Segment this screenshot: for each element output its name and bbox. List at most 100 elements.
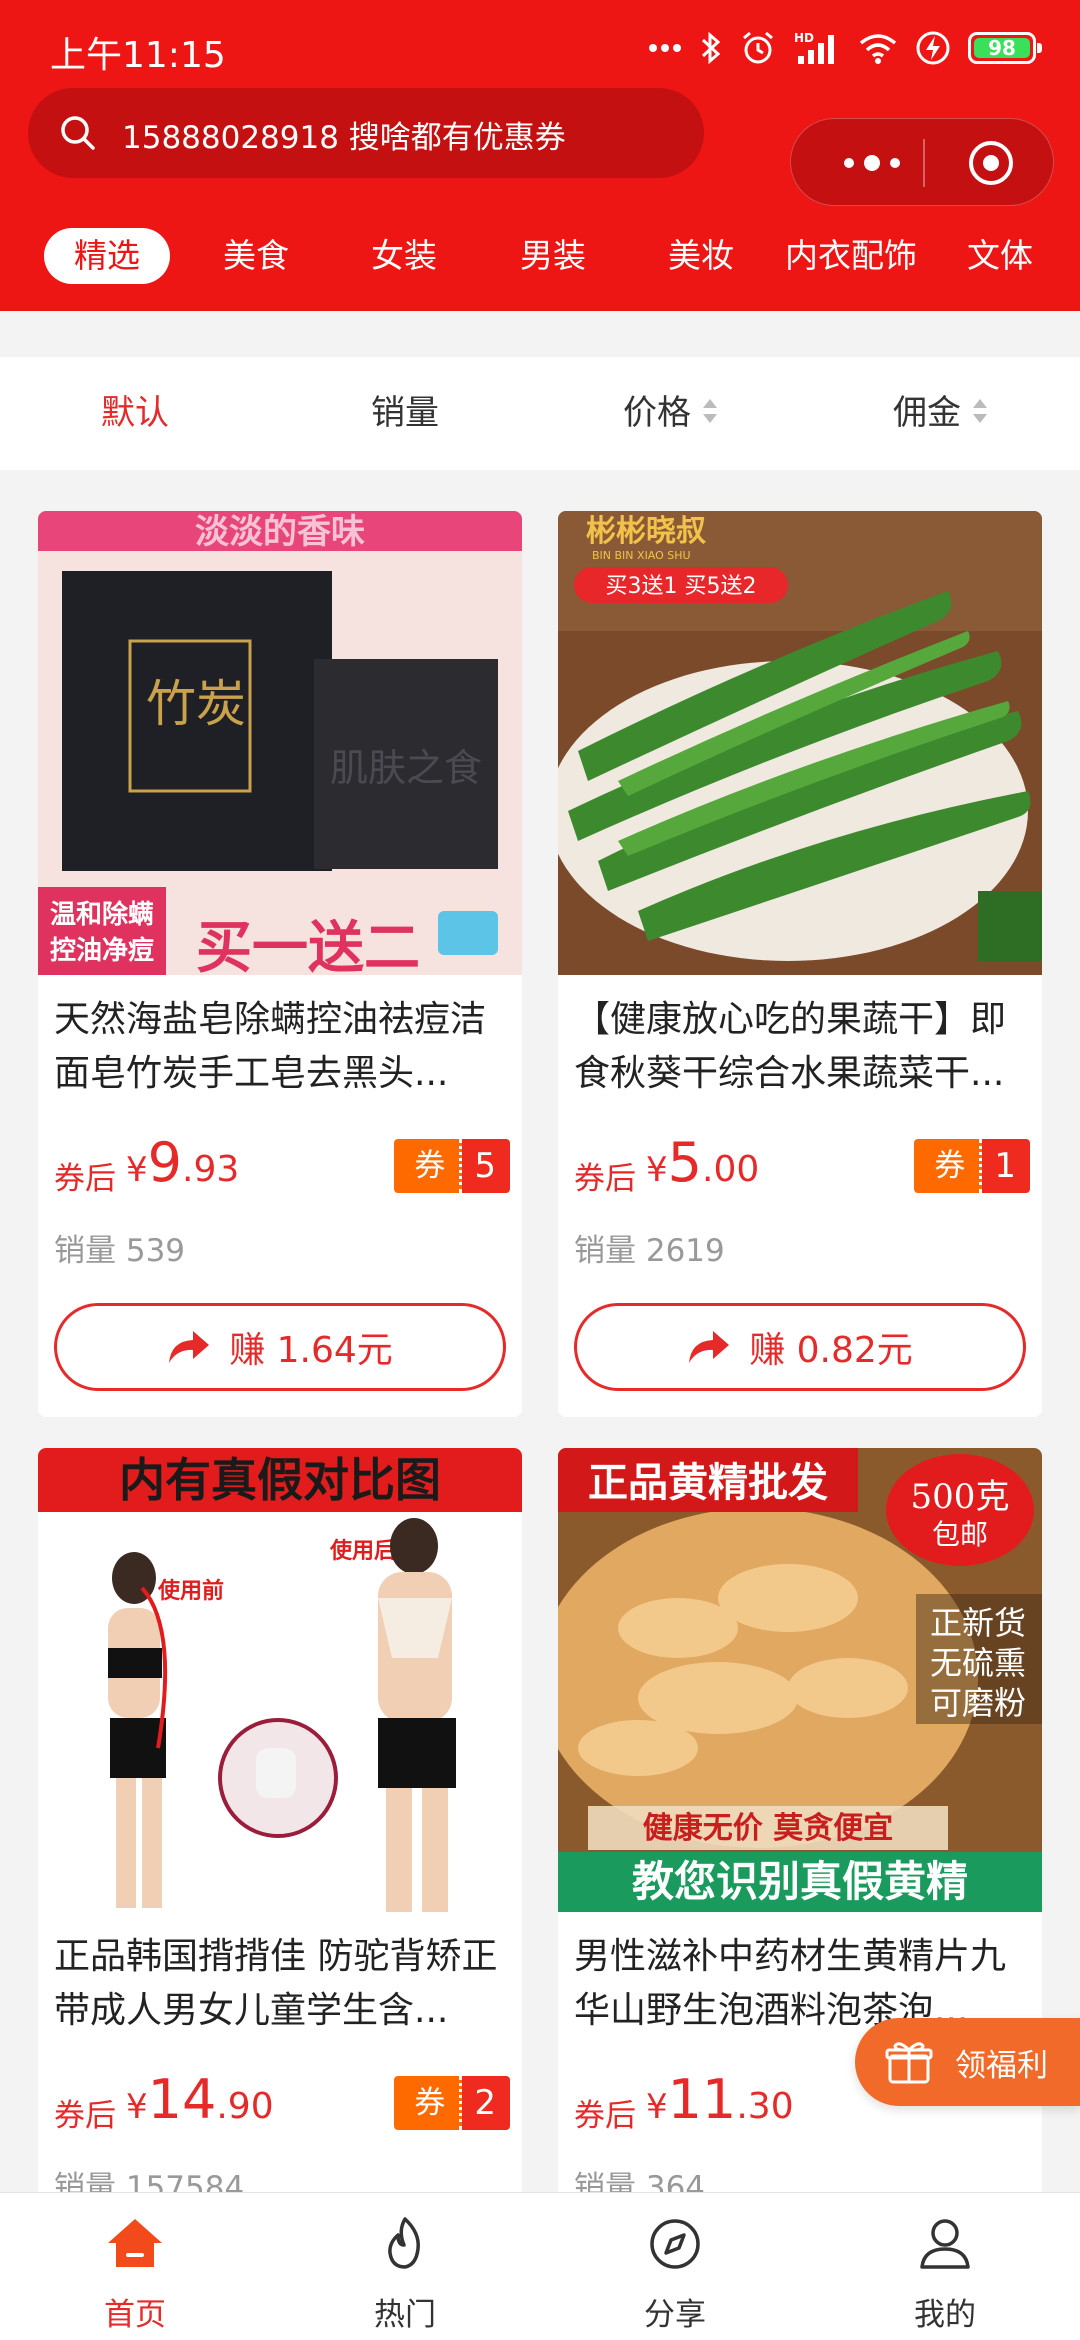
price-decimal: .00 <box>702 1149 760 1190</box>
price-label: 券后 <box>54 2098 116 2134</box>
img-promo: 买一送二 <box>196 916 420 975</box>
product-title[interactable]: 天然海盐皂除螨控油祛痘洁面皂竹炭手工皂去黑头... <box>54 993 510 1101</box>
price-currency: ¥ <box>126 1150 148 1190</box>
price-integer: 9 <box>147 1131 182 1194</box>
sort-sales-label: 销量 <box>371 393 439 433</box>
img-brand-en: BIN BIN XIAO SHU <box>592 549 691 562</box>
product-image[interactable]: 彬彬晓叔 BIN BIN XIAO SHU 买3送1 买5送2 <box>558 511 1042 975</box>
earn-label: 赚 1.64元 <box>229 1330 393 1371</box>
sort-commission-label: 佣金 <box>893 393 961 433</box>
close-target-icon[interactable] <box>967 139 1015 187</box>
img-top-text: 正品黄精批发 <box>588 1459 828 1506</box>
share-arrow-icon <box>689 1331 730 1363</box>
compass-icon <box>650 2219 700 2269</box>
price-row: 券后 ¥14.90 券 2 <box>54 2064 510 2134</box>
nav-hot[interactable]: 热门 <box>270 2193 540 2340</box>
price-label: 券后 <box>574 1161 636 1197</box>
category-tabs: 精选 美食 女装 男装 美妆 内衣配饰 文体 <box>0 228 1080 288</box>
hd-signal-icon: HD <box>794 31 834 64</box>
coupon-label: 券 <box>394 1139 463 1193</box>
img-top-text: 内有真假对比图 <box>119 1453 441 1507</box>
img-ship: 包邮 <box>932 1518 988 1551</box>
search-text: 15888028918 搜啥都有优惠券 <box>122 120 566 156</box>
sort-commission[interactable]: 佣金 <box>850 357 1030 470</box>
nav-mine[interactable]: 我的 <box>810 2193 1080 2340</box>
product-image[interactable]: 淡淡的香味 竹炭 肌肤之食 温和除螨 控油净痘 买一送二 <box>38 511 522 975</box>
img-top-text: 淡淡的香味 <box>195 512 365 552</box>
price-row: 券后 ¥5.00 券 1 <box>574 1127 1030 1197</box>
sort-bar: 默认 销量 价格 佣金 <box>0 357 1080 470</box>
price-decimal: .93 <box>182 1149 240 1190</box>
svg-text:HD: HD <box>794 31 814 45</box>
tab-men[interactable]: 男装 <box>493 228 613 284</box>
product-card[interactable]: 彬彬晓叔 BIN BIN XIAO SHU 买3送1 买5送2 【健康放心吃的果… <box>558 511 1042 1417</box>
price-value: ¥5.00 <box>646 1131 759 1194</box>
product-image[interactable]: 内有真假对比图 使用前 使用后 <box>38 1448 522 1912</box>
product-title[interactable]: 【健康放心吃的果蔬干】即食秋葵干综合水果蔬菜干... <box>574 993 1030 1101</box>
welfare-label: 领福利 <box>955 2047 1048 2084</box>
gift-icon <box>885 2042 933 2084</box>
product-card[interactable]: 内有真假对比图 使用前 使用后 正品韩国揹揹佳 防驼背矫正带成人男女儿童学生含.… <box>38 1448 522 2248</box>
nav-mine-label: 我的 <box>914 2297 976 2333</box>
price-currency: ¥ <box>646 1150 668 1190</box>
product-card[interactable]: 正品黄精批发 500克 包邮 正新货 无硫熏 可磨粉 健康无价 莫贪便宜 教您识… <box>558 1448 1042 2248</box>
price-decimal: .30 <box>736 2086 794 2127</box>
sort-price[interactable]: 价格 <box>580 357 760 470</box>
tab-women[interactable]: 女装 <box>344 228 464 284</box>
coupon-label: 券 <box>394 2076 463 2130</box>
price-row: 券后 ¥9.93 券 5 <box>54 1127 510 1197</box>
img-badge1: 温和除螨 <box>50 899 154 930</box>
sales-count: 销量 2619 <box>574 1233 725 1269</box>
earn-label: 赚 0.82元 <box>749 1330 913 1371</box>
coupon-badge: 券 2 <box>394 2076 510 2130</box>
earn-button[interactable]: 赚 0.82元 <box>574 1303 1026 1391</box>
status-time: 上午11:15 <box>50 35 226 76</box>
nav-home-label: 首页 <box>104 2297 166 2333</box>
nav-home[interactable]: 首页 <box>0 2193 270 2340</box>
earn-button[interactable]: 赚 1.64元 <box>54 1303 506 1391</box>
tab-lingerie[interactable]: 内衣配饰 <box>776 228 926 284</box>
img-brand: 彬彬晓叔 <box>586 514 706 549</box>
nav-hot-label: 热门 <box>374 2297 436 2333</box>
price-value: ¥9.93 <box>126 1131 239 1194</box>
img-band: 健康无价 莫贪便宜 <box>643 1811 893 1846</box>
nav-share[interactable]: 分享 <box>540 2193 810 2340</box>
bluetooth-icon <box>701 31 721 65</box>
price-value: ¥11.30 <box>646 2068 794 2131</box>
more-icon[interactable] <box>829 147 915 179</box>
tab-food[interactable]: 美食 <box>196 228 316 284</box>
coupon-badge: 券 5 <box>394 1139 510 1193</box>
sales-count: 销量 539 <box>54 1233 186 1269</box>
img-side3: 可磨粉 <box>930 1684 1026 1722</box>
tab-beauty[interactable]: 美妆 <box>641 228 761 284</box>
sort-default[interactable]: 默认 <box>45 357 225 470</box>
img-soap-text: 肌肤之食 <box>330 746 482 790</box>
wifi-icon <box>859 34 897 64</box>
more-dots-icon <box>649 44 681 52</box>
price-value: ¥14.90 <box>126 2068 274 2131</box>
sort-default-label: 默认 <box>101 393 169 433</box>
price-currency: ¥ <box>646 2087 668 2127</box>
img-weight: 500克 <box>911 1477 1010 1517</box>
coupon-badge: 券 1 <box>914 1139 1030 1193</box>
capsule-divider <box>923 139 925 187</box>
status-bar: 上午11:15 HD 98 <box>0 0 1080 90</box>
coupon-value: 1 <box>982 1139 1030 1193</box>
tab-featured[interactable]: 精选 <box>44 228 170 284</box>
img-side2: 无硫熏 <box>930 1644 1026 1682</box>
sort-sales[interactable]: 销量 <box>315 357 495 470</box>
sort-price-label: 价格 <box>623 393 691 433</box>
product-image[interactable]: 正品黄精批发 500克 包邮 正新货 无硫熏 可磨粉 健康无价 莫贪便宜 教您识… <box>558 1448 1042 1912</box>
img-badge2: 控油净痘 <box>50 935 154 966</box>
miniapp-capsule <box>790 118 1054 206</box>
header: 上午11:15 HD 98 15888028918 搜啥都有优惠券 精选 美食 … <box>0 0 1080 311</box>
search-bar[interactable]: 15888028918 搜啥都有优惠券 <box>28 88 704 178</box>
product-title[interactable]: 正品韩国揹揹佳 防驼背矫正带成人男女儿童学生含... <box>54 1930 510 2038</box>
tab-sports[interactable]: 文体 <box>940 228 1060 284</box>
welfare-button[interactable]: 领福利 <box>855 2018 1080 2106</box>
charging-icon <box>916 31 950 65</box>
img-side1: 正新货 <box>930 1604 1026 1642</box>
search-icon <box>61 116 95 150</box>
product-card[interactable]: 淡淡的香味 竹炭 肌肤之食 温和除螨 控油净痘 买一送二 天然海盐皂除螨控油祛痘… <box>38 511 522 1417</box>
price-integer: 11 <box>667 2068 737 2131</box>
